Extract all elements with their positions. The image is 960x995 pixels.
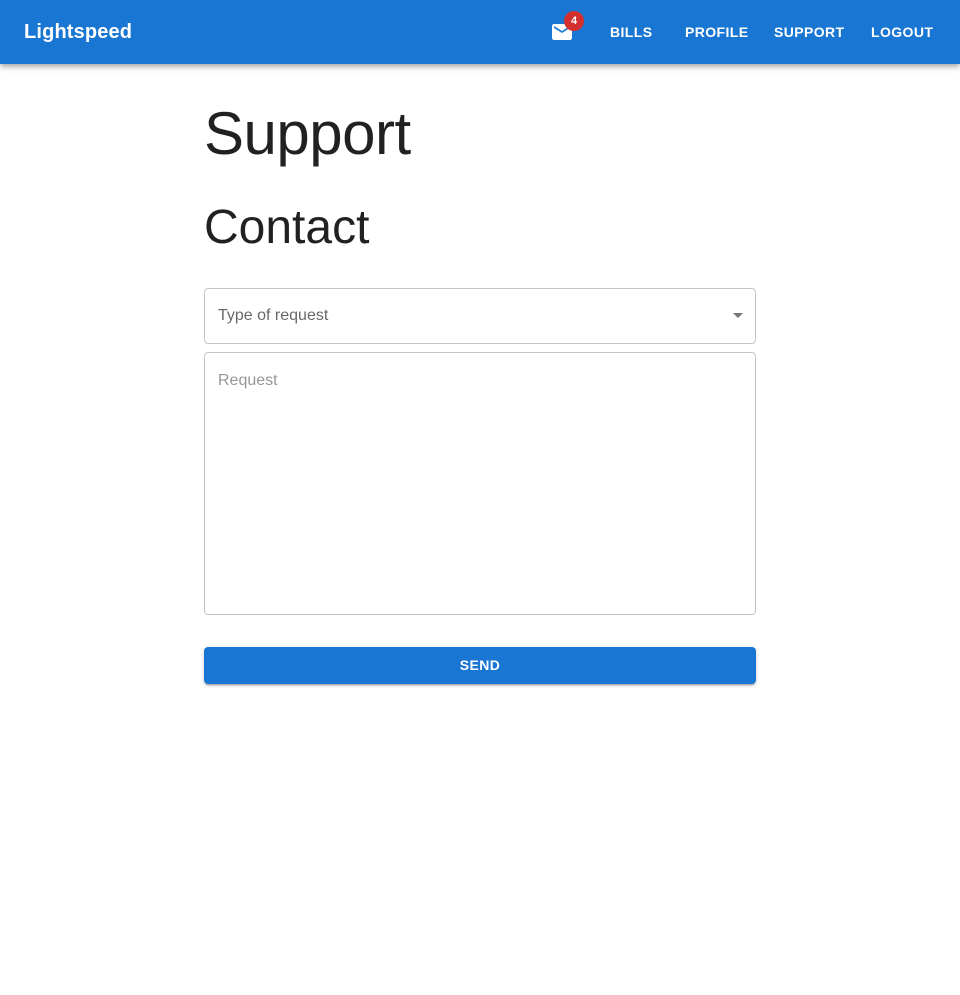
app-bar: Lightspeed 4 BILLS PROFILE SUPPORT LOGOU…: [0, 0, 960, 64]
arrow-drop-down-icon: [733, 313, 743, 318]
nav-bills-button[interactable]: BILLS: [594, 14, 668, 50]
send-button[interactable]: SEND: [204, 647, 756, 684]
brand-title[interactable]: Lightspeed: [24, 20, 132, 44]
mail-button[interactable]: 4: [538, 8, 586, 56]
request-field[interactable]: [204, 352, 756, 615]
page-title: Support: [204, 100, 411, 167]
nav-logout-button[interactable]: LOGOUT: [855, 14, 949, 50]
nav-support-button[interactable]: SUPPORT: [758, 14, 860, 50]
type-of-request-select[interactable]: Type of request: [204, 288, 756, 344]
request-textarea[interactable]: [218, 371, 742, 599]
section-title: Contact: [204, 201, 370, 254]
mail-badge: 4: [564, 11, 584, 31]
type-of-request-label: Type of request: [218, 307, 329, 324]
nav-profile-button[interactable]: PROFILE: [669, 14, 764, 50]
